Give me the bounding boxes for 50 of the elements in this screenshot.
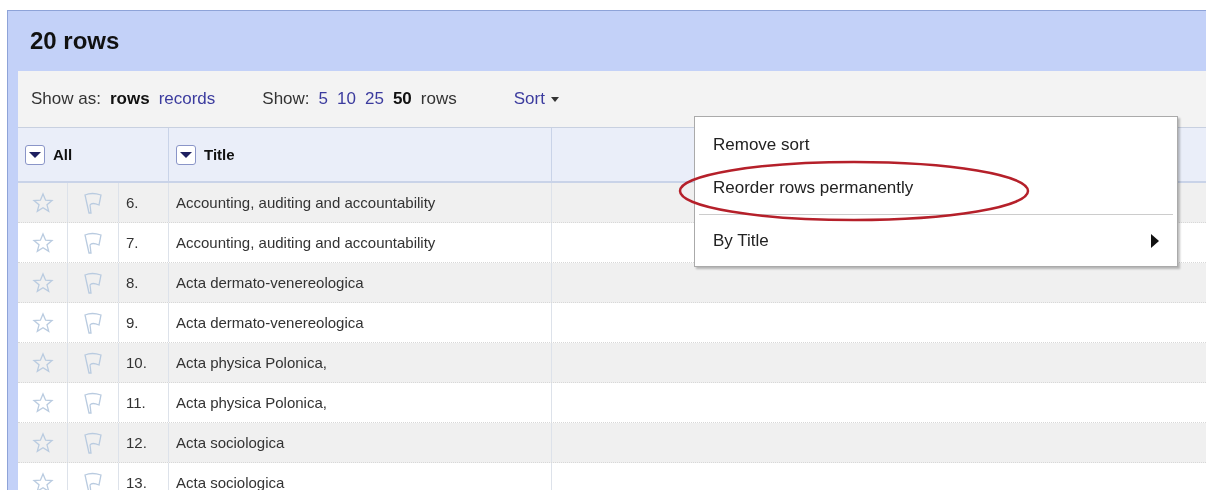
star-icon[interactable] xyxy=(31,351,54,374)
toolbar-label: rows xyxy=(420,89,457,109)
menu-item[interactable]: By Title xyxy=(695,219,1177,262)
flag-icon[interactable] xyxy=(82,270,104,295)
sort-menu-button[interactable]: Sort xyxy=(513,89,559,109)
star-icon[interactable] xyxy=(31,271,54,294)
column-dropdown-button[interactable] xyxy=(176,144,196,165)
table-cell: Acta physica Polonica, xyxy=(169,343,552,382)
star-icon[interactable] xyxy=(31,191,54,214)
page-size-link[interactable]: 5 xyxy=(318,89,329,109)
page-size-link[interactable]: 50 xyxy=(392,89,412,109)
column-header: All xyxy=(53,146,73,163)
table-cell: Accounting, auditing and accountability xyxy=(169,183,552,222)
flag-icon[interactable] xyxy=(82,390,104,415)
row-number: 9. xyxy=(119,303,169,342)
star-icon[interactable] xyxy=(31,431,54,454)
star-icon[interactable] xyxy=(31,391,54,414)
column-header: Title xyxy=(204,146,235,163)
menu-item[interactable]: Remove sort xyxy=(695,123,1177,166)
flag-icon[interactable] xyxy=(82,310,104,335)
panel-title: 20 rows xyxy=(29,26,121,56)
flag-icon[interactable] xyxy=(82,230,104,255)
star-icon[interactable] xyxy=(31,311,54,334)
submenu-arrow-icon xyxy=(1151,233,1159,248)
row-number: 12. xyxy=(119,423,169,462)
flag-icon[interactable] xyxy=(82,430,104,455)
row-number: 13. xyxy=(119,463,169,490)
row-number: 6. xyxy=(119,183,169,222)
table-cell: Acta sociologica xyxy=(169,423,552,462)
row-number: 8. xyxy=(119,263,169,302)
table-cell: Acta physica Polonica, xyxy=(169,383,552,422)
row-number: 7. xyxy=(119,223,169,262)
page-size-link[interactable]: 25 xyxy=(364,89,384,109)
flag-icon[interactable] xyxy=(82,470,104,490)
row-number: 11. xyxy=(119,383,169,422)
table-cell: Acta dermato-venereologica xyxy=(169,263,552,302)
column-dropdown-button[interactable] xyxy=(25,144,45,165)
toolbar-label: Show as: xyxy=(31,89,101,109)
view-mode-link[interactable]: rows xyxy=(109,89,150,109)
row-number: 10. xyxy=(119,343,169,382)
flag-icon[interactable] xyxy=(82,350,104,375)
table-cell: Acta dermato-venereologica xyxy=(169,303,552,342)
star-icon[interactable] xyxy=(31,471,54,490)
page-size-link[interactable]: 10 xyxy=(337,89,356,109)
menu-item[interactable]: Reorder rows permanently xyxy=(695,166,1177,209)
flag-icon[interactable] xyxy=(82,190,104,215)
table-cell: Accounting, auditing and accountability xyxy=(169,223,552,262)
toolbar-label: Show: xyxy=(262,89,310,109)
view-mode-link[interactable]: records xyxy=(158,89,216,109)
star-icon[interactable] xyxy=(31,231,54,254)
